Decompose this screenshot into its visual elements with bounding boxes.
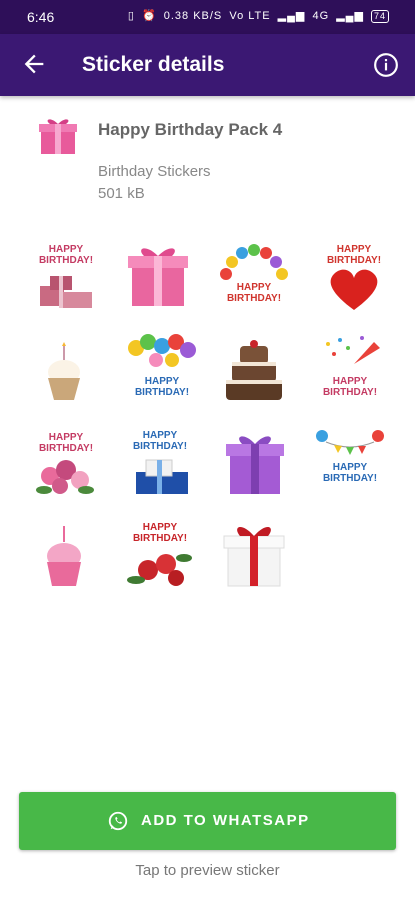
battery-icon: 74 <box>370 10 389 23</box>
pack-tray-icon <box>39 119 77 154</box>
sticker-text: HAPPY BIRTHDAY! <box>134 376 190 398</box>
sticker-text: HAPPY BIRTHDAY! <box>322 462 378 484</box>
sticker-8[interactable]: HAPPY BIRTHDAY! <box>314 334 386 406</box>
blue-gift-image <box>136 459 188 494</box>
sticker-14[interactable]: HAPPY BIRTHDAY! <box>124 518 196 590</box>
network-label-b: 4G <box>312 10 330 22</box>
signal-icon: ▂▄▆ <box>277 10 306 22</box>
status-icons: ▯ ⏰ 0.38 KB/S Vo LTE ▂▄▆ 4G ▂▄▆ 74 <box>125 9 389 23</box>
page-title: Sticker details <box>82 53 225 76</box>
whatsapp-icon <box>108 811 128 831</box>
balloon-arch-image <box>220 244 288 280</box>
sticker-text: HAPPY BIRTHDAY! <box>326 244 382 266</box>
sticker-6[interactable]: HAPPY BIRTHDAY! <box>126 334 198 406</box>
net-speed: 0.38 KB/S <box>163 10 223 22</box>
balloon-bunch-image <box>128 334 196 367</box>
red-roses-image <box>127 554 192 586</box>
preview-hint: Tap to preview sticker <box>135 862 280 879</box>
pink-gift-image <box>128 248 188 306</box>
sticker-10[interactable]: HAPPY BIRTHDAY! <box>124 426 196 498</box>
bunting-balloons-image <box>316 430 384 455</box>
add-button-label: ADD TO WHATSAPP <box>141 812 310 829</box>
sticker-13[interactable] <box>30 520 102 592</box>
flower-bouquet-image <box>36 460 94 494</box>
sticker-text: HAPPY BIRTHDAY! <box>132 430 188 452</box>
add-to-whatsapp-button[interactable]: ADD TO WHATSAPP <box>19 792 396 850</box>
sticker-3[interactable]: HAPPY BIRTHDAY! <box>218 244 290 316</box>
sticker-text: HAPPY BIRTHDAY! <box>226 282 282 304</box>
back-arrow-icon[interactable] <box>20 50 48 78</box>
status-bar: 6:46 ▯ ⏰ 0.38 KB/S Vo LTE ▂▄▆ 4G ▂▄▆ 74 <box>0 0 415 34</box>
pack-size: 501 kB <box>98 185 145 202</box>
purple-gift-image <box>226 436 284 494</box>
cupcake-image <box>48 342 80 400</box>
sticker-text: HAPPY BIRTHDAY! <box>132 522 188 544</box>
party-popper-image <box>326 336 380 364</box>
pack-name: Happy Birthday Pack 4 <box>98 120 283 139</box>
sticker-9[interactable]: HAPPY BIRTHDAY! <box>30 428 102 500</box>
app-toolbar: Sticker details <box>0 34 415 96</box>
sticker-5[interactable] <box>30 336 102 408</box>
alarm-icon: ⏰ <box>141 10 157 22</box>
network-label-a: Vo LTE <box>229 10 271 22</box>
sticker-4[interactable]: HAPPY BIRTHDAY! <box>318 240 390 312</box>
sticker-11[interactable] <box>222 428 294 500</box>
sticker-text: HAPPY BIRTHDAY! <box>322 376 378 398</box>
chocolate-cake-image <box>226 340 282 400</box>
sticker-7[interactable] <box>218 336 290 408</box>
white-gift-image <box>223 526 285 587</box>
sticker-text: HAPPY BIRTHDAY! <box>38 432 94 454</box>
heart-image <box>330 269 378 310</box>
sticker-12[interactable]: HAPPY BIRTHDAY! <box>314 426 386 498</box>
info-icon[interactable] <box>373 52 399 78</box>
sticker-15[interactable] <box>220 520 292 592</box>
sticker-text: HAPPY BIRTHDAY! <box>38 244 94 266</box>
sticker-1[interactable]: HAPPY BIRTHDAY! <box>30 240 102 312</box>
pack-publisher: Birthday Stickers <box>98 163 211 180</box>
sticker-2[interactable] <box>126 244 198 316</box>
vibrate-icon: ▯ <box>127 10 135 22</box>
status-time: 6:46 <box>27 9 55 25</box>
gift-pile-image <box>40 276 92 308</box>
pink-cupcake-image <box>47 526 81 586</box>
signal-icon-2: ▂▄▆ <box>336 10 364 22</box>
